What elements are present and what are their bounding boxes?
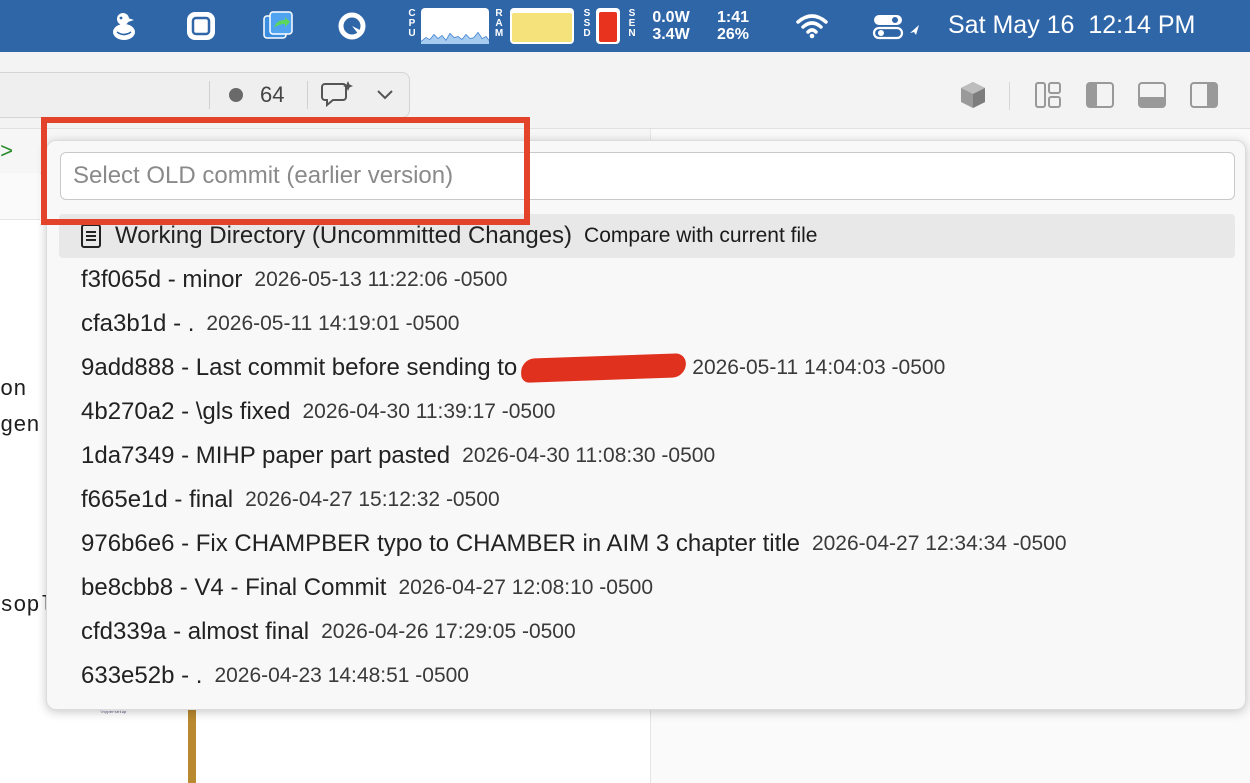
commit-search-input[interactable] [60,152,1235,200]
item-description: 2026-04-27 12:34:34 -0500 [811,532,1067,555]
editor-fragment: on [0,377,27,402]
item-label: 4b270a2 - \gls fixed [81,398,291,425]
wifi-icon[interactable] [792,8,832,44]
item-label: 633e52b - . [81,662,203,689]
editor-fragment: sopl [0,593,53,618]
item-description: 2026-05-11 14:19:01 -0500 [206,312,460,335]
screen-capture-icon[interactable] [181,8,221,44]
quick-pick-item[interactable]: cfd339a - almost final 2026-04-26 17:29:… [59,610,1235,654]
quick-pick-item[interactable]: cfa3b1d - . 2026-05-11 14:19:01 -0500 [59,302,1235,346]
quick-pick-item[interactable]: 9add888 - Last commit before sending to … [59,346,1235,390]
item-description: 2026-04-30 11:39:17 -0500 [302,400,556,423]
quick-pick-item[interactable]: f3f065d - minor 2026-05-13 11:22:06 -050… [59,258,1235,302]
document-icon [81,224,101,248]
toggle-secondary-sidebar-icon[interactable] [1189,80,1219,110]
item-label: 976b6e6 - Fix CHAMPBER typo to CHAMBER i… [81,530,800,557]
item-description: 2026-04-23 14:48:51 -0500 [214,664,469,687]
editor-fragment: > [0,140,14,165]
toggle-sidebar-icon[interactable] [1085,80,1115,110]
refresh-app-icon[interactable] [332,8,372,44]
item-description: 2026-04-27 15:12:32 -0500 [245,488,500,511]
item-label: f3f065d - minor [81,266,243,293]
quick-pick-item[interactable]: be8cbb8 - V4 - Final Commit 2026-04-27 1… [59,566,1235,610]
redaction-mark [520,353,687,383]
sensor-label: SEN [628,8,636,39]
item-label: 1da7349 - MIHP paper part pasted [81,442,451,469]
title-bar: 64 [0,52,1250,129]
item-label: 9add888 - Last commit before sending to [81,354,518,381]
quick-pick-item[interactable]: 1da7349 - MIHP paper part pasted 2026-04… [59,434,1235,478]
battery-readout[interactable]: 1:41 26% [708,9,758,43]
chevron-down-icon[interactable] [376,87,394,106]
item-description: 2026-04-30 11:08:30 -0500 [462,444,716,467]
item-label: cfa3b1d - . [81,310,195,337]
cube-icon[interactable] [958,80,988,110]
item-description: 2026-04-27 12:08:10 -0500 [398,576,653,599]
quick-pick-item-working-directory[interactable]: Working Directory (Uncommitted Changes) … [59,214,1235,258]
item-description: 2026-05-11 14:04:03 -0500 [692,356,946,379]
item-label: f665e1d - final [81,486,234,513]
editor-fragment: gen [0,413,40,438]
share-app-icon[interactable] [258,8,298,44]
item-description: 2026-04-26 17:29:05 -0500 [321,620,576,643]
command-center[interactable]: 64 [0,72,410,118]
commit-quick-pick: Working Directory (Uncommitted Changes) … [46,140,1246,710]
cpu-graph[interactable] [420,8,490,44]
menu-clock[interactable]: Sat May 16 12:14 PM [948,11,1195,40]
problem-count[interactable]: 64 [260,82,284,108]
toggle-panel-icon[interactable] [1137,80,1167,110]
item-label: cfd339a - almost final [81,618,310,645]
ram-label: RAM [494,8,504,39]
quick-pick-item[interactable]: f665e1d - final 2026-04-27 15:12:32 -050… [59,478,1235,522]
item-description: Compare with current file [584,224,818,247]
ram-graph[interactable] [510,8,574,44]
commit-list: Working Directory (Uncommitted Changes) … [59,214,1235,698]
duck-app-icon[interactable] [104,8,144,44]
quick-pick-item[interactable]: 4b270a2 - \gls fixed 2026-04-30 11:39:17… [59,390,1235,434]
chat-sparkle-icon[interactable] [321,79,355,116]
item-description: 2026-05-13 11:22:06 -0500 [254,268,508,291]
quick-pick-item[interactable]: 633e52b - . 2026-04-23 14:48:51 -0500 [59,654,1235,698]
layout-grid-icon[interactable] [1033,80,1063,110]
ssd-graph[interactable] [596,8,620,44]
item-label: Working Directory (Uncommitted Changes) [115,222,573,249]
power-readout[interactable]: 0.0W 3.4W [645,9,697,43]
quick-pick-item[interactable]: 976b6e6 - Fix CHAMPBER typo to CHAMBER i… [59,522,1235,566]
cpu-label: CPU [408,8,416,39]
ssd-label: SSD [583,8,591,39]
menu-bar: CPU RAM SSD SEN 0.0W 3.4W 1:41 26% Sat May… [0,0,1250,52]
control-center-icon[interactable] [868,8,926,44]
problems-dot-icon [229,88,243,102]
item-label: be8cbb8 - V4 - Final Commit [81,574,387,601]
